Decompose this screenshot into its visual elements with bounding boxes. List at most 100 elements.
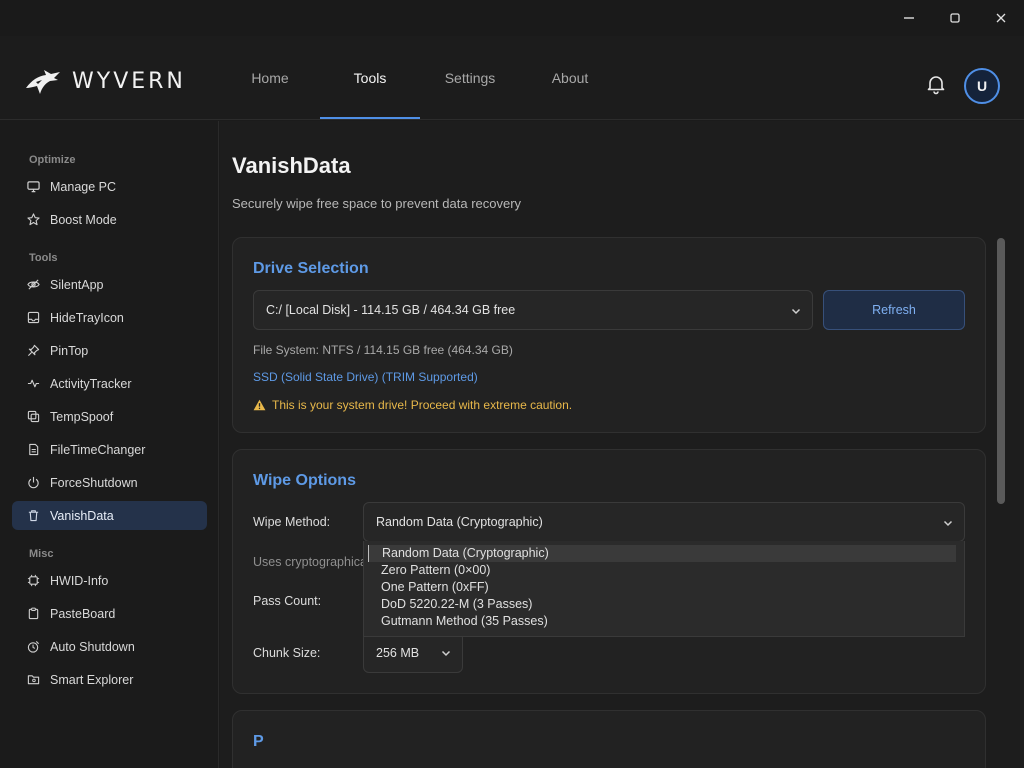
- wipe-options-card: Wipe Options Wipe Method: Random Data (C…: [232, 449, 986, 694]
- bell-icon: [927, 76, 945, 95]
- chunk-size-value: 256 MB: [376, 645, 420, 660]
- scrollbar-thumb[interactable]: [997, 238, 1005, 504]
- refresh-button[interactable]: Refresh: [823, 290, 965, 330]
- minimize-icon: [904, 17, 914, 19]
- wipe-method-option[interactable]: One Pattern (0xFF): [368, 579, 956, 596]
- sidebar-item-label: PasteBoard: [50, 606, 116, 621]
- sidebar-section-optimize: Optimize: [29, 154, 76, 166]
- wipe-method-label: Wipe Method:: [253, 515, 331, 529]
- warning-icon: [253, 399, 266, 411]
- monitor-icon: [26, 180, 40, 194]
- close-button[interactable]: [978, 0, 1024, 36]
- wipe-method-option[interactable]: DoD 5220.22-M (3 Passes): [368, 596, 956, 613]
- chevron-down-icon: [441, 650, 451, 657]
- maximize-icon: [950, 13, 960, 23]
- drive-selection-card: Drive Selection C:/ [Local Disk] - 114.1…: [232, 237, 986, 433]
- sidebar-item-smart-explorer[interactable]: Smart Explorer: [12, 665, 207, 694]
- sidebar-item-forceshutdown[interactable]: ForceShutdown: [12, 468, 207, 497]
- drive-select-value: C:/ [Local Disk] - 114.15 GB / 464.34 GB…: [266, 303, 516, 317]
- sidebar: Optimize Manage PC Boost Mode Tools Sile…: [0, 121, 219, 768]
- brand-name: WYVERN: [72, 68, 186, 94]
- wipe-method-option[interactable]: Gutmann Method (35 Passes): [368, 613, 956, 630]
- wyvern-logo-icon: [26, 70, 60, 94]
- tab-about[interactable]: About: [520, 36, 620, 120]
- clipboard-icon: [26, 607, 40, 621]
- wipe-method-select[interactable]: Random Data (Cryptographic): [363, 502, 965, 542]
- wipe-method-value: Random Data (Cryptographic): [376, 515, 543, 529]
- maximize-button[interactable]: [932, 0, 978, 36]
- sidebar-item-label: HWID-Info: [50, 573, 109, 588]
- drive-type-info: SSD (Solid State Drive) (TRIM Supported): [253, 370, 478, 384]
- sidebar-item-manage-pc[interactable]: Manage PC: [12, 172, 207, 201]
- copy-icon: [26, 410, 40, 424]
- pin-icon: [26, 344, 40, 358]
- next-card-title: P: [253, 733, 264, 750]
- main-content: VanishData Securely wipe free space to p…: [220, 121, 1024, 768]
- notifications-button[interactable]: [924, 72, 948, 96]
- drive-select[interactable]: C:/ [Local Disk] - 114.15 GB / 464.34 GB…: [253, 290, 813, 330]
- sidebar-item-label: Manage PC: [50, 179, 117, 194]
- page-subtitle: Securely wipe free space to prevent data…: [232, 196, 522, 211]
- sidebar-item-label: VanishData: [50, 508, 114, 523]
- activity-icon: [26, 377, 40, 391]
- sidebar-item-label: ForceShutdown: [50, 475, 138, 490]
- active-tab-indicator: [320, 117, 420, 119]
- chevron-down-icon: [943, 520, 953, 527]
- sidebar-item-auto-shutdown[interactable]: Auto Shutdown: [12, 632, 207, 661]
- sidebar-item-label: SilentApp: [50, 277, 104, 292]
- sidebar-item-tempspoof[interactable]: TempSpoof: [12, 402, 207, 431]
- tab-tools[interactable]: Tools: [320, 36, 420, 120]
- wipe-method-description: Uses cryptographica: [253, 555, 367, 569]
- star-icon: [26, 213, 40, 227]
- system-drive-warning: This is your system drive! Proceed with …: [253, 398, 572, 412]
- sidebar-item-vanishdata[interactable]: VanishData: [12, 501, 207, 530]
- page-title: VanishData: [232, 153, 351, 178]
- sidebar-item-filetimechanger[interactable]: FileTimeChanger: [12, 435, 207, 464]
- file-icon: [26, 443, 40, 457]
- power-icon: [26, 476, 40, 490]
- pass-count-label: Pass Count:: [253, 594, 322, 608]
- sidebar-item-hidetrayicon[interactable]: HideTrayIcon: [12, 303, 207, 332]
- warning-text: This is your system drive! Proceed with …: [272, 398, 573, 412]
- next-card: P: [232, 710, 986, 768]
- sidebar-item-label: PinTop: [50, 343, 89, 358]
- sidebar-item-label: FileTimeChanger: [50, 442, 146, 457]
- chip-icon: [26, 574, 40, 588]
- wipe-method-option[interactable]: Zero Pattern (0×00): [368, 562, 956, 579]
- title-bar: [0, 0, 1024, 36]
- file-system-info: File System: NTFS / 114.15 GB free (464.…: [253, 343, 513, 357]
- tab-settings[interactable]: Settings: [420, 36, 520, 120]
- folder-icon: [26, 673, 40, 687]
- sidebar-item-activitytracker[interactable]: ActivityTracker: [12, 369, 207, 398]
- wipe-method-dropdown: Random Data (Cryptographic) Zero Pattern…: [363, 541, 965, 637]
- trash-icon: [26, 509, 40, 523]
- brand-logo[interactable]: WYVERN: [24, 66, 186, 96]
- sidebar-item-label: Smart Explorer: [50, 672, 134, 687]
- chunk-size-select[interactable]: 256 MB: [363, 632, 463, 673]
- tab-home[interactable]: Home: [220, 36, 320, 120]
- sidebar-item-boost-mode[interactable]: Boost Mode: [12, 205, 207, 234]
- sidebar-item-label: TempSpoof: [50, 409, 114, 424]
- drive-selection-title: Drive Selection: [253, 260, 369, 277]
- wipe-options-title: Wipe Options: [253, 472, 356, 489]
- sidebar-item-label: Auto Shutdown: [50, 639, 135, 654]
- minimize-button[interactable]: [886, 0, 932, 36]
- tray-icon: [26, 311, 40, 325]
- sidebar-item-label: HideTrayIcon: [50, 310, 124, 325]
- close-icon: [996, 13, 1006, 23]
- sidebar-section-tools: Tools: [29, 252, 58, 264]
- chunk-size-label: Chunk Size:: [253, 646, 321, 660]
- user-avatar[interactable]: U: [964, 68, 1000, 104]
- chevron-down-icon: [791, 308, 801, 315]
- eye-off-icon: [26, 278, 40, 292]
- sidebar-item-label: ActivityTracker: [50, 376, 132, 391]
- sidebar-item-silentapp[interactable]: SilentApp: [12, 270, 207, 299]
- sidebar-item-hwid-info[interactable]: HWID-Info: [12, 566, 207, 595]
- app-header: WYVERN Home Tools Settings About U: [0, 36, 1024, 120]
- sidebar-item-pasteboard[interactable]: PasteBoard: [12, 599, 207, 628]
- sidebar-item-label: Boost Mode: [50, 212, 117, 227]
- sidebar-section-misc: Misc: [29, 548, 54, 560]
- timer-power-icon: [26, 640, 40, 654]
- wipe-method-option[interactable]: Random Data (Cryptographic): [368, 545, 956, 562]
- sidebar-item-pintop[interactable]: PinTop: [12, 336, 207, 365]
